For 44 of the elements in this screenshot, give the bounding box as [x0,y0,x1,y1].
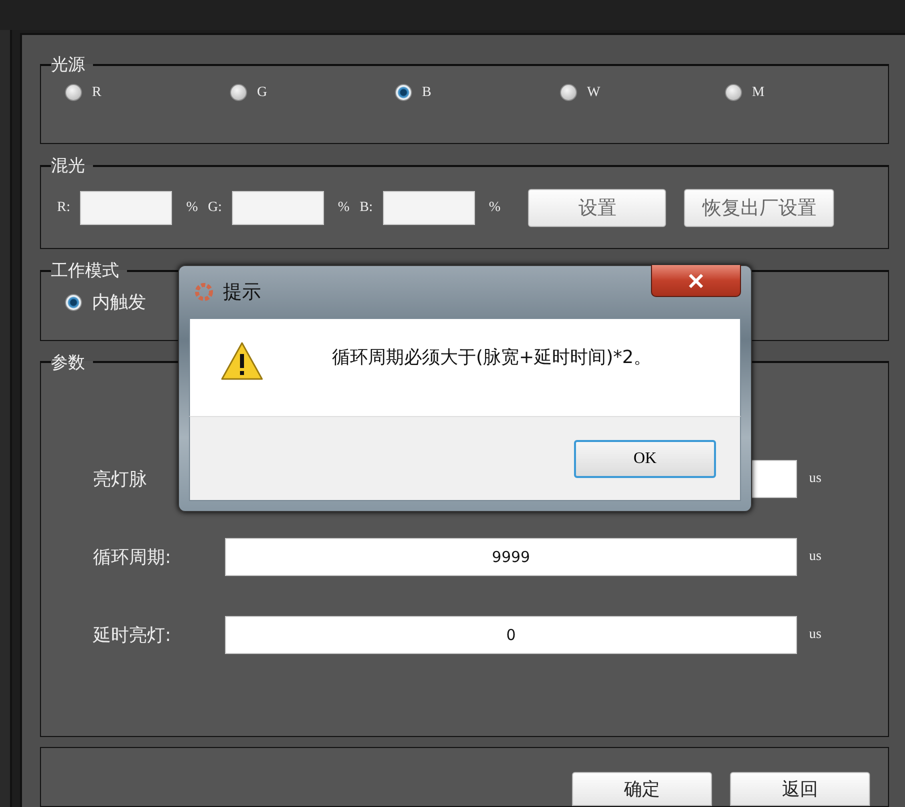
unit-label: us [809,626,822,643]
percent-field[interactable] [382,191,475,226]
param-field[interactable]: 9999 [225,538,797,576]
radio-button[interactable] [395,84,412,101]
footer-button[interactable]: 返回 [730,772,870,806]
percent-field[interactable] [80,191,172,226]
unit-label: % [186,200,198,216]
radio-button[interactable] [725,84,742,101]
param-label: 循环周期: [93,546,172,569]
param-label: 亮灯脉 [93,468,148,491]
radio-label: M [752,84,764,100]
ok-button[interactable]: OK [574,440,716,478]
radio-button[interactable] [65,84,82,101]
field-label: B: [360,200,373,216]
radio-label: 内触发 [92,291,146,314]
close-icon [688,274,704,288]
radio-label: B [422,84,432,100]
radio-label: R [92,84,102,100]
group-title: 参数 [51,352,86,374]
group-title: 混光 [51,155,86,178]
unit-label: % [488,200,500,216]
group-title: 工作模式 [51,260,120,282]
close-button[interactable] [651,265,741,297]
app-icon [193,281,215,303]
radio-button[interactable] [560,84,577,101]
unit-label: us [809,470,822,487]
param-label: 延时亮灯: [93,624,172,647]
warning-icon [220,341,264,381]
percent-field[interactable] [232,191,324,226]
action-button[interactable]: 恢复出厂设置 [684,189,834,228]
field-label: R: [57,200,70,216]
dialog-title: 提示 [223,280,261,305]
unit-label: us [809,548,822,565]
group-title: 光源 [51,54,86,76]
footer-button[interactable]: 确定 [572,772,712,806]
radio-label: W [587,84,600,100]
radio-button[interactable] [230,84,247,101]
dialog-message: 循环周期必须大于(脉宽+延时时间)*2。 [332,346,652,369]
action-button[interactable]: 设置 [528,189,666,228]
field-label: G: [208,200,222,216]
radio-label: G [257,84,268,100]
radio-button[interactable] [65,294,82,311]
unit-label: % [338,200,350,216]
param-field[interactable]: 0 [225,616,797,654]
